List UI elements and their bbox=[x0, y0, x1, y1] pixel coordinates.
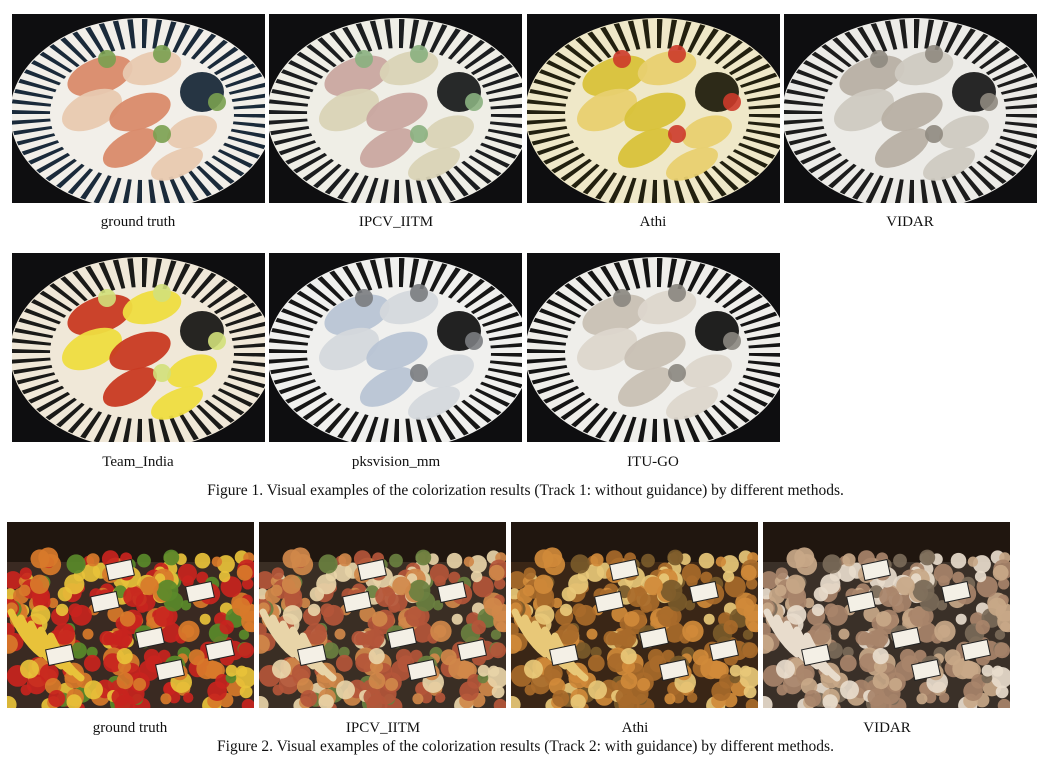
panel-label: VIDAR bbox=[863, 720, 911, 736]
panel-label: Team_India bbox=[102, 454, 174, 470]
sushi-plate-picture bbox=[784, 14, 1037, 203]
panel-label: Athi bbox=[639, 214, 667, 230]
figure2-panel-image bbox=[511, 522, 758, 708]
figure-caption: Figure 2. Visual examples of the coloriz… bbox=[217, 738, 834, 755]
sushi-plate-picture bbox=[12, 14, 265, 203]
figure1-panel-image bbox=[12, 253, 265, 442]
figure2-panel-image bbox=[763, 522, 1010, 708]
panel-label: ground truth bbox=[100, 214, 176, 230]
figure1-panel-image bbox=[527, 253, 780, 442]
panel-label: pksvision_mm bbox=[351, 454, 441, 470]
figure1-panel-image bbox=[12, 14, 265, 203]
sushi-plate-picture bbox=[527, 253, 780, 442]
figure1-panel-image bbox=[527, 14, 780, 203]
figure-caption: Figure 1. Visual examples of the coloriz… bbox=[207, 482, 844, 499]
figure2-panel-image bbox=[259, 522, 506, 708]
panel-label: IPCV_IITM bbox=[358, 214, 434, 230]
figure1-panel-image bbox=[269, 14, 522, 203]
fruit-market-picture bbox=[259, 522, 506, 708]
figure2-panel-image bbox=[7, 522, 254, 708]
panel-label: IPCV_IITM bbox=[345, 720, 421, 736]
sushi-plate-picture bbox=[269, 14, 522, 203]
figure1-panel-image bbox=[269, 253, 522, 442]
panel-label: ITU-GO bbox=[627, 454, 679, 470]
fruit-market-picture bbox=[511, 522, 758, 708]
figure1-panel-image bbox=[784, 14, 1037, 203]
fruit-market-picture bbox=[763, 522, 1010, 708]
sushi-plate-picture bbox=[269, 253, 522, 442]
panel-label: VIDAR bbox=[886, 214, 934, 230]
panel-label: Athi bbox=[621, 720, 649, 736]
panel-label: ground truth bbox=[92, 720, 168, 736]
fruit-market-picture bbox=[7, 522, 254, 708]
sushi-plate-picture bbox=[12, 253, 265, 442]
sushi-plate-picture bbox=[527, 14, 780, 203]
